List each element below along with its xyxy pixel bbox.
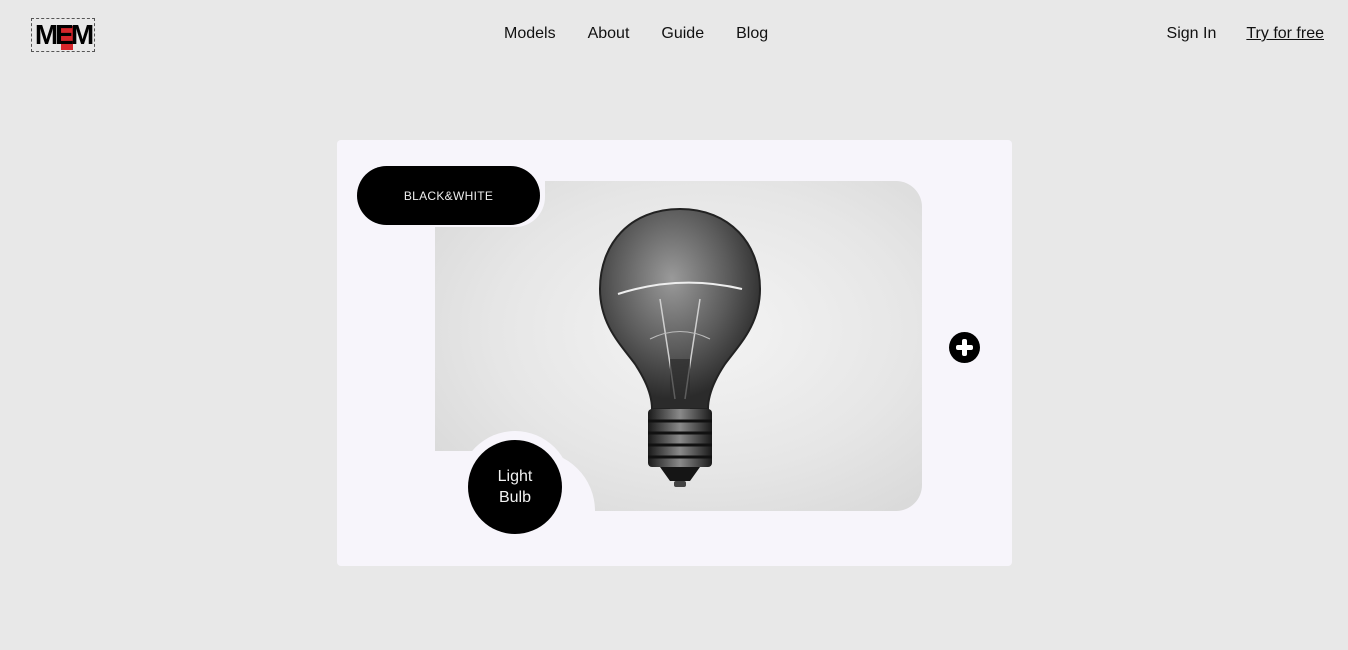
auth-links: Sign In Try for free [1167, 25, 1324, 43]
light-bulb-image [598, 207, 762, 487]
style-badge: BLACK&WHITE [357, 166, 540, 225]
feature-card: BLACK&WHITE Light Bulb [337, 140, 1012, 566]
title-line-2: Bulb [498, 489, 531, 506]
nav-about[interactable]: About [588, 25, 630, 43]
logo-text: MEM [34, 19, 94, 50]
nav-blog[interactable]: Blog [736, 25, 768, 43]
nav-models[interactable]: Models [504, 25, 556, 43]
plus-circle-icon[interactable] [949, 332, 980, 363]
try-for-free-link[interactable]: Try for free [1246, 25, 1324, 43]
main-nav: Models About Guide Blog [504, 25, 768, 43]
title-circle: Light Bulb [468, 440, 562, 534]
title-line-1: Light [497, 468, 533, 485]
nav-guide[interactable]: Guide [661, 25, 704, 43]
sign-in-link[interactable]: Sign In [1167, 25, 1217, 43]
logo[interactable]: MEM [31, 18, 95, 52]
site-header: MEM Models About Guide Blog Sign In Try … [0, 0, 1348, 72]
